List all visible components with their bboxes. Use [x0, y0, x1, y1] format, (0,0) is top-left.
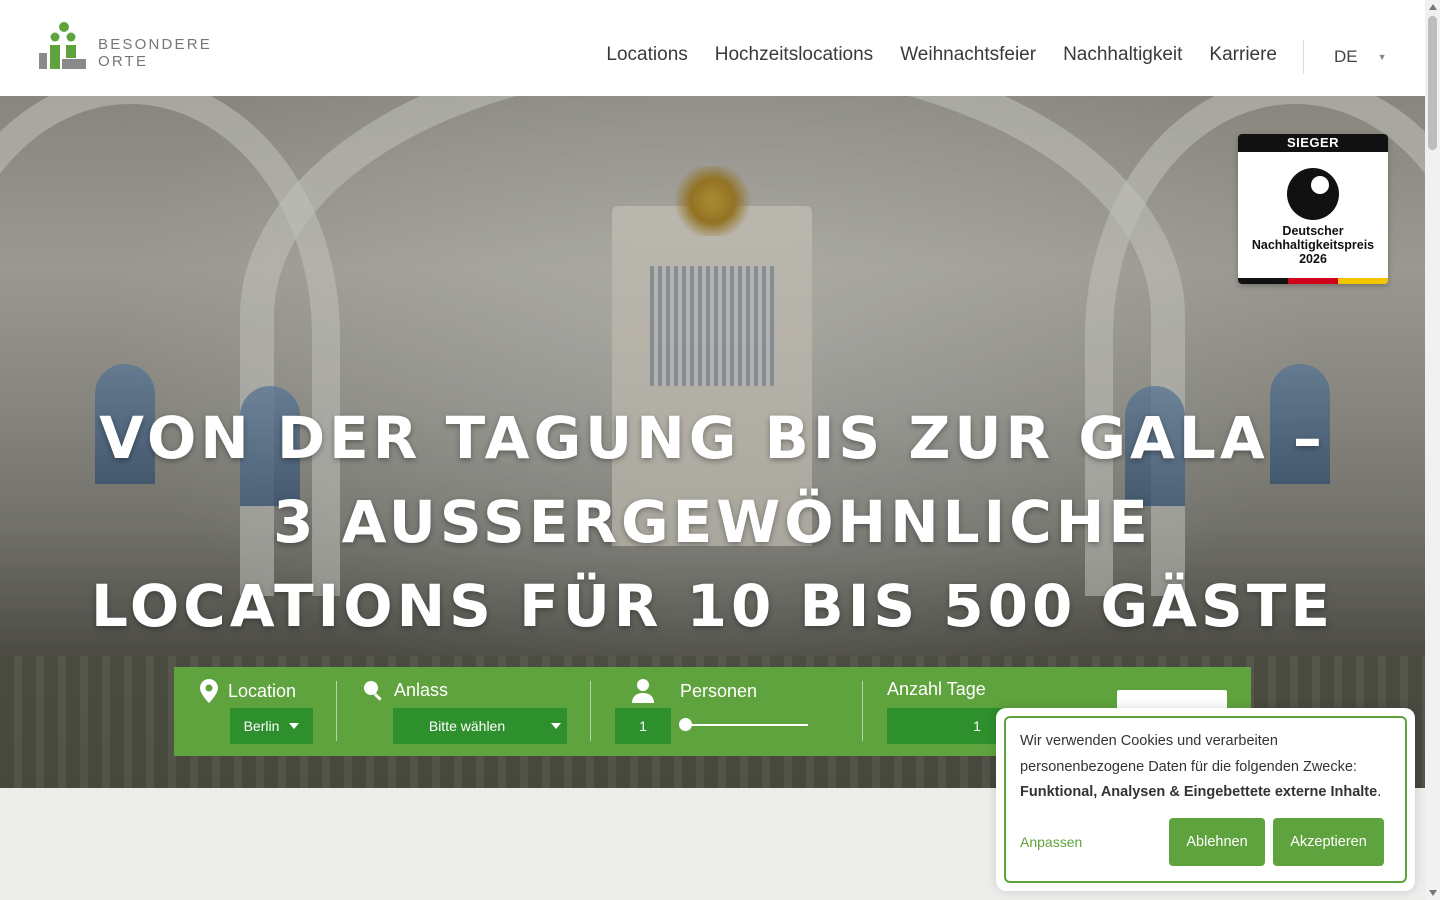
occasion-label: Anlass — [362, 679, 448, 701]
persons-slider-handle[interactable] — [679, 718, 692, 731]
cookie-decline-button[interactable]: Ablehnen — [1169, 818, 1265, 866]
award-badge[interactable]: SIEGER Deutscher Nachhaltigkeitspreis 20… — [1238, 134, 1388, 284]
chevron-down-icon — [289, 723, 300, 729]
badge-title: SIEGER — [1238, 134, 1388, 152]
nav-divider — [1303, 40, 1304, 74]
field-divider — [590, 681, 591, 741]
nav-item-nachhaltigkeit[interactable]: Nachhaltigkeit — [1063, 44, 1182, 66]
persons-value: 1 — [639, 718, 647, 734]
location-value: Berlin — [243, 718, 280, 734]
scroll-up-icon[interactable] — [1429, 4, 1437, 10]
occasion-select[interactable]: Bitte wählen — [393, 708, 567, 744]
badge-text: Deutscher Nachhaltigkeitspreis 2026 — [1238, 224, 1388, 266]
persons-input[interactable]: 1 — [615, 708, 671, 744]
hero-headline: VON DER TAGUNG BIS ZUR GALA – 3 AUSSERGE… — [0, 396, 1425, 648]
brand-name: BESONDERE ORTE — [98, 36, 212, 70]
field-divider — [862, 681, 863, 741]
map-pin-icon — [200, 679, 218, 703]
badge-line: 2026 — [1299, 252, 1327, 266]
cookie-text: Wir verwenden Cookies und verarbeiten pe… — [1020, 729, 1395, 806]
search-button[interactable] — [1117, 690, 1227, 710]
language-label: DE — [1334, 47, 1358, 66]
nav-item-locations[interactable]: Locations — [606, 44, 687, 66]
search-icon — [364, 681, 382, 701]
person-icon — [632, 679, 654, 703]
nav-item-karriere[interactable]: Karriere — [1209, 44, 1277, 66]
location-label-text: Location — [228, 680, 297, 701]
brand-logo[interactable]: BESONDERE ORTE — [38, 20, 258, 72]
persons-label: Personen — [632, 679, 757, 703]
badge-flag-stripe — [1238, 278, 1388, 284]
headline-line: LOCATIONS FÜR 10 BIS 500 GÄSTE — [90, 572, 1335, 640]
chevron-down-icon: ▼ — [1377, 52, 1387, 62]
scrollbar-thumb[interactable] — [1428, 16, 1437, 150]
nav-item-weihnachtsfeier[interactable]: Weihnachtsfeier — [900, 44, 1036, 66]
badge-line: Nachhaltigkeitspreis — [1251, 238, 1375, 252]
days-label-text: Anzahl Tage — [887, 679, 986, 699]
badge-line: Deutscher — [1282, 224, 1344, 238]
nav-item-hochzeitslocations[interactable]: Hochzeitslocations — [715, 44, 873, 66]
site-header: BESONDERE ORTE Locations Hochzeitslocati… — [0, 0, 1425, 96]
headline-line: 3 AUSSERGEWÖHNLICHE — [273, 488, 1152, 556]
chevron-down-icon — [551, 723, 562, 729]
days-value: 1 — [973, 718, 981, 734]
occasion-label-text: Anlass — [394, 679, 449, 700]
days-label: Anzahl Tage — [887, 679, 986, 700]
field-divider — [336, 681, 337, 741]
cookie-purposes: Funktional, Analysen & Eingebettete exte… — [1020, 784, 1378, 800]
location-label: Location — [200, 679, 296, 703]
page-scrollbar[interactable] — [1425, 0, 1440, 900]
scroll-down-icon[interactable] — [1429, 890, 1437, 896]
cookie-text-intro: Wir verwenden Cookies und verarbeiten pe… — [1020, 733, 1357, 775]
persons-slider-track[interactable] — [684, 724, 808, 726]
location-select[interactable]: Berlin — [230, 708, 313, 744]
headline-line: VON DER TAGUNG BIS ZUR GALA – — [99, 404, 1326, 472]
cookie-banner: Wir verwenden Cookies und verarbeiten pe… — [1004, 716, 1407, 883]
occasion-value: Bitte wählen — [428, 718, 506, 734]
persons-label-text: Personen — [680, 680, 758, 701]
logo-icon — [38, 21, 86, 71]
cookie-accept-button[interactable]: Akzeptieren — [1273, 818, 1384, 866]
language-selector[interactable]: DE ▼ — [1334, 47, 1387, 67]
main-nav: Locations Hochzeitslocations Weihnachtsf… — [606, 44, 1277, 66]
cookie-customize-link[interactable]: Anpassen — [1020, 834, 1082, 850]
cookie-text-end: . — [1377, 784, 1382, 800]
award-logo-icon — [1287, 168, 1339, 220]
